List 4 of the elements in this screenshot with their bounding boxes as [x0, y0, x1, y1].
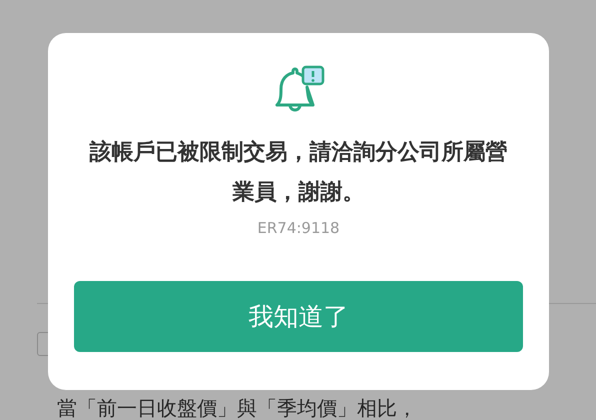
- ok-button[interactable]: 我知道了: [74, 281, 523, 352]
- error-code: ER74:9118: [257, 219, 340, 237]
- body-text: 當「前一日收盤價」與「季均價」相比，: [57, 396, 418, 420]
- dialog-message: 該帳戶已被限制交易，請洽詢分公司所屬營業員，謝謝。: [88, 138, 508, 207]
